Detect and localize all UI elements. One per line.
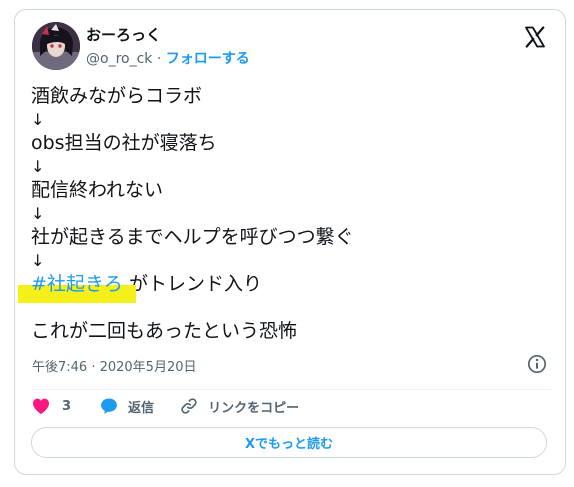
down-arrow-4: ↓ <box>31 251 45 270</box>
down-arrow-3: ↓ <box>31 204 45 223</box>
avatar-image <box>32 22 80 70</box>
reply-label: 返信 <box>128 400 155 416</box>
avatar[interactable] <box>32 22 80 70</box>
heart-icon <box>31 396 51 416</box>
x-logo-icon[interactable] <box>523 25 547 49</box>
down-arrow-1: ↓ <box>31 110 45 129</box>
tweet-line-4: 社が起きるまでヘルプを呼びつつ繋ぐ <box>31 226 354 248</box>
info-icon[interactable] <box>527 354 547 374</box>
like-count: 3 <box>62 398 72 414</box>
hashtag-wrapper: #社起きろ <box>18 272 136 303</box>
tweet-line-2: obs担当の社が寝落ち <box>31 132 217 154</box>
speech-bubble-icon <box>99 396 119 416</box>
copy-link-button[interactable]: リンクをコピー <box>179 396 299 416</box>
down-arrow-2: ↓ <box>31 157 45 176</box>
author-handle[interactable]: @o_ro_ck <box>86 51 152 67</box>
timestamp[interactable]: 午後7:46 · 2020年5月20日 <box>32 356 197 375</box>
hashtag-link[interactable]: #社起きろ <box>31 273 123 295</box>
handle-separator: · <box>152 51 166 67</box>
tweet-line-1: 酒飲みながらコラボ <box>31 85 203 107</box>
tweet-line-5-suffix: がトレンド入り <box>122 273 262 295</box>
author-handle-line: @o_ro_ck · フォローする <box>86 48 250 68</box>
copy-link-label: リンクをコピー <box>208 400 300 416</box>
embedded-tweet-card: おーろっく @o_ro_ck · フォローする 酒飲みながらコラボ ↓ obs担… <box>14 9 566 475</box>
read-more-button[interactable]: Xでもっと読む <box>31 427 547 458</box>
like-button[interactable]: 3 <box>31 396 71 416</box>
tweet-line-3: 配信終われない <box>31 179 164 201</box>
author-name[interactable]: おーろっく <box>86 24 161 45</box>
follow-button[interactable]: フォローする <box>166 51 250 67</box>
link-icon <box>179 396 199 416</box>
action-bar: 3 返信 リンクをコピー <box>31 396 299 416</box>
tweet-line-5: #社起きろ がトレンド入り <box>18 272 551 303</box>
tweet-line-6: これが二回もあったという恐怖 <box>31 320 298 342</box>
tweet-text: 酒飲みながらコラボ ↓ obs担当の社が寝落ち ↓ 配信終われない ↓ 社が起き… <box>18 84 551 343</box>
reply-button[interactable]: 返信 <box>99 396 154 416</box>
divider <box>31 389 551 390</box>
